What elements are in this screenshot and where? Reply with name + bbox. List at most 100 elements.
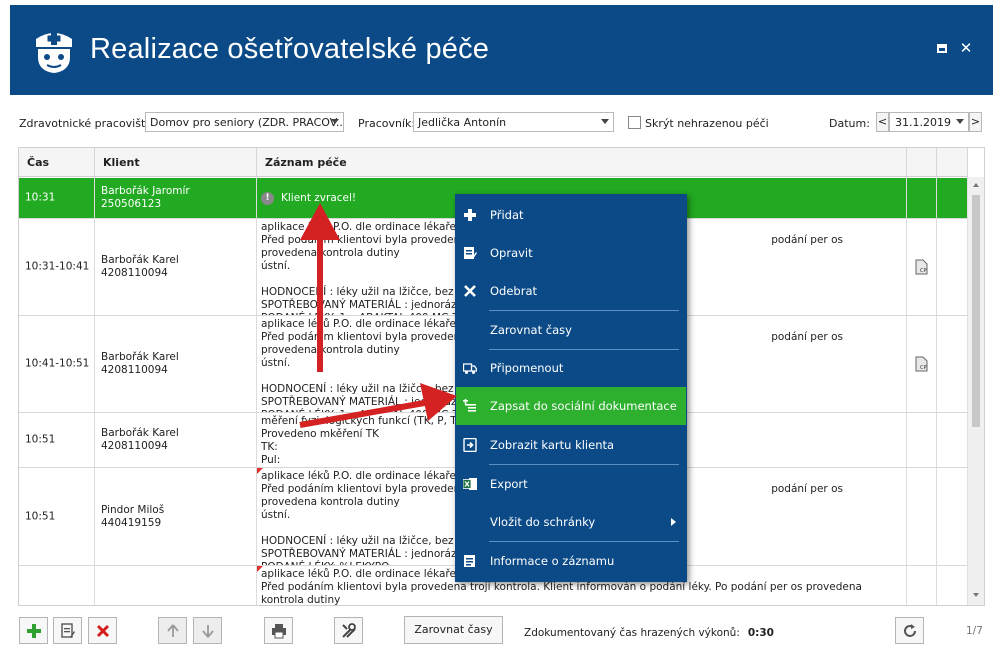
add-button[interactable]	[19, 617, 48, 644]
warning-icon: !	[261, 192, 274, 205]
client-name: Barbořák Jaromír	[101, 185, 190, 197]
svg-text:CP: CP	[920, 268, 927, 274]
edit-icon	[61, 623, 75, 638]
column-header-client[interactable]: Klient	[95, 148, 257, 177]
workplace-label: Zdravotnické pracoviště:	[19, 117, 156, 130]
cell-time: 10:31-10:41	[19, 219, 95, 315]
menu-item-label: Opravit	[490, 246, 533, 260]
tools-button[interactable]	[334, 617, 363, 644]
documented-time: Zdokumentovaný čas hrazených výkonů: 0:30	[524, 627, 774, 639]
chevron-down-icon	[601, 119, 609, 124]
menu-item-edit[interactable]: Opravit	[456, 234, 686, 272]
cell-time: 10:31	[19, 178, 95, 218]
vertical-scrollbar[interactable]	[967, 177, 984, 605]
menu-item-record-info[interactable]: Informace o záznamu	[456, 542, 686, 580]
scroll-up-icon[interactable]	[973, 183, 979, 187]
move-up-button[interactable]	[158, 617, 187, 644]
title-bar: Realizace ošetřovatelské péče ✕	[10, 5, 993, 95]
page-indicator: 1/7	[966, 625, 983, 637]
client-id: 440419159	[101, 516, 162, 529]
client-name: Barbořák Karel	[101, 427, 179, 439]
document-cp-icon[interactable]: CP	[915, 259, 928, 275]
column-header-extra1[interactable]	[907, 148, 937, 177]
menu-item-delete[interactable]: Odebrat	[456, 272, 686, 310]
cell-time: 10:51	[19, 468, 95, 565]
cell-extra1	[907, 413, 937, 467]
maximize-button[interactable]	[933, 39, 951, 57]
column-header-time[interactable]: Čas	[19, 148, 95, 177]
workplace-value: Domov pro seniory (ZDR. PRACOV...	[150, 116, 344, 129]
date-prev-button[interactable]: <	[876, 112, 889, 132]
cell-extra1: CP	[907, 316, 937, 412]
cell-time: 10:41-10:51	[19, 316, 95, 412]
cell-client: Barbořák Karel 4208110094	[95, 413, 257, 467]
menu-item-align-times[interactable]: Zarovnat časy	[456, 311, 686, 349]
plus-icon	[27, 624, 41, 638]
time-text: 10:31	[25, 191, 56, 204]
cell-extra1	[907, 178, 937, 218]
menu-item-export[interactable]: Export	[456, 465, 686, 503]
cell-extra2	[937, 219, 968, 315]
menu-item-copy-to-clipboard[interactable]: Vložit do schránky	[456, 503, 686, 541]
edit-icon	[464, 247, 477, 259]
documented-time-value: 0:30	[747, 627, 774, 639]
scrollbar-thumb[interactable]	[972, 195, 980, 427]
document-cp-icon[interactable]: CP	[915, 356, 928, 372]
cell-extra1	[907, 566, 937, 605]
chevron-down-icon	[331, 119, 339, 124]
svg-text:CP: CP	[920, 365, 927, 371]
client-text: Barbořák Karel 4208110094	[101, 351, 179, 377]
date-next-button[interactable]: >	[969, 112, 982, 132]
cell-extra2	[937, 566, 968, 605]
client-name: Barbořák Karel	[101, 254, 179, 266]
column-header-record[interactable]: Záznam péče	[257, 148, 907, 177]
context-menu: Přidat Opravit Odebrat Zarovnat časy Při…	[455, 194, 687, 582]
hide-unpaid-checkbox[interactable]	[628, 116, 641, 129]
client-text: Pindor Miloš 440419159	[101, 504, 164, 530]
app-window: Realizace ošetřovatelské péče ✕ Zdravotn…	[0, 0, 1003, 663]
menu-item-remind[interactable]: Připomenout	[456, 349, 686, 387]
cell-extra2	[937, 178, 968, 218]
date-picker[interactable]: 31.1.2019	[889, 112, 969, 132]
close-button[interactable]: ✕	[957, 39, 975, 57]
menu-item-client-card[interactable]: Zobrazit kartu klienta	[456, 426, 686, 464]
plus-icon	[464, 209, 476, 221]
cell-client: Barbořák Jaromír 250506123	[95, 178, 257, 218]
move-down-button[interactable]	[193, 617, 222, 644]
time-text: 10:41-10:51	[25, 357, 90, 370]
client-id: 4208110094	[101, 267, 168, 279]
align-times-button[interactable]: Zarovnat časy	[404, 616, 503, 644]
client-id: 4208110094	[101, 440, 168, 452]
client-name: Pindor Miloš	[101, 503, 165, 516]
client-card-icon	[463, 438, 477, 452]
menu-item-add[interactable]: Přidat	[456, 196, 686, 234]
cell-extra2	[937, 316, 968, 412]
truck-icon	[463, 363, 477, 374]
menu-item-label: Export	[490, 477, 528, 491]
client-text: Barbořák Karel 4208110094	[101, 427, 179, 453]
time-text: 10:31-10:41	[25, 260, 90, 273]
date-label: Datum:	[829, 117, 870, 130]
scroll-down-icon[interactable]	[973, 593, 979, 597]
workplace-select[interactable]: Domov pro seniory (ZDR. PRACOV...	[145, 112, 344, 132]
print-button[interactable]	[264, 617, 293, 644]
edit-button[interactable]	[53, 617, 82, 644]
menu-item-label: Připomenout	[490, 361, 564, 375]
client-text: Barbořák Jaromír 250506123	[101, 185, 190, 211]
refresh-button[interactable]	[895, 617, 924, 644]
delete-button[interactable]	[88, 617, 117, 644]
column-header-extra2[interactable]	[937, 148, 968, 177]
chevron-down-icon	[956, 119, 964, 124]
date-value: 31.1.2019	[895, 116, 951, 129]
menu-item-social-documentation[interactable]: Zapsat do sociální dokumentace	[456, 387, 686, 425]
worker-value: Jedlička Antonín	[418, 116, 507, 129]
menu-item-label: Vložit do schránky	[490, 515, 596, 529]
cell-extra1: CP	[907, 219, 937, 315]
documented-time-label: Zdokumentovaný čas hrazených výkonů:	[524, 627, 740, 639]
menu-item-label: Zobrazit kartu klienta	[490, 438, 615, 452]
cell-client: Pindor Miloš 440419159	[95, 468, 257, 565]
worker-select[interactable]: Jedlička Antonín	[413, 112, 614, 132]
delete-icon	[464, 285, 476, 297]
cell-time	[19, 566, 95, 605]
client-text: Barbořák Karel 4208110094	[101, 254, 179, 280]
